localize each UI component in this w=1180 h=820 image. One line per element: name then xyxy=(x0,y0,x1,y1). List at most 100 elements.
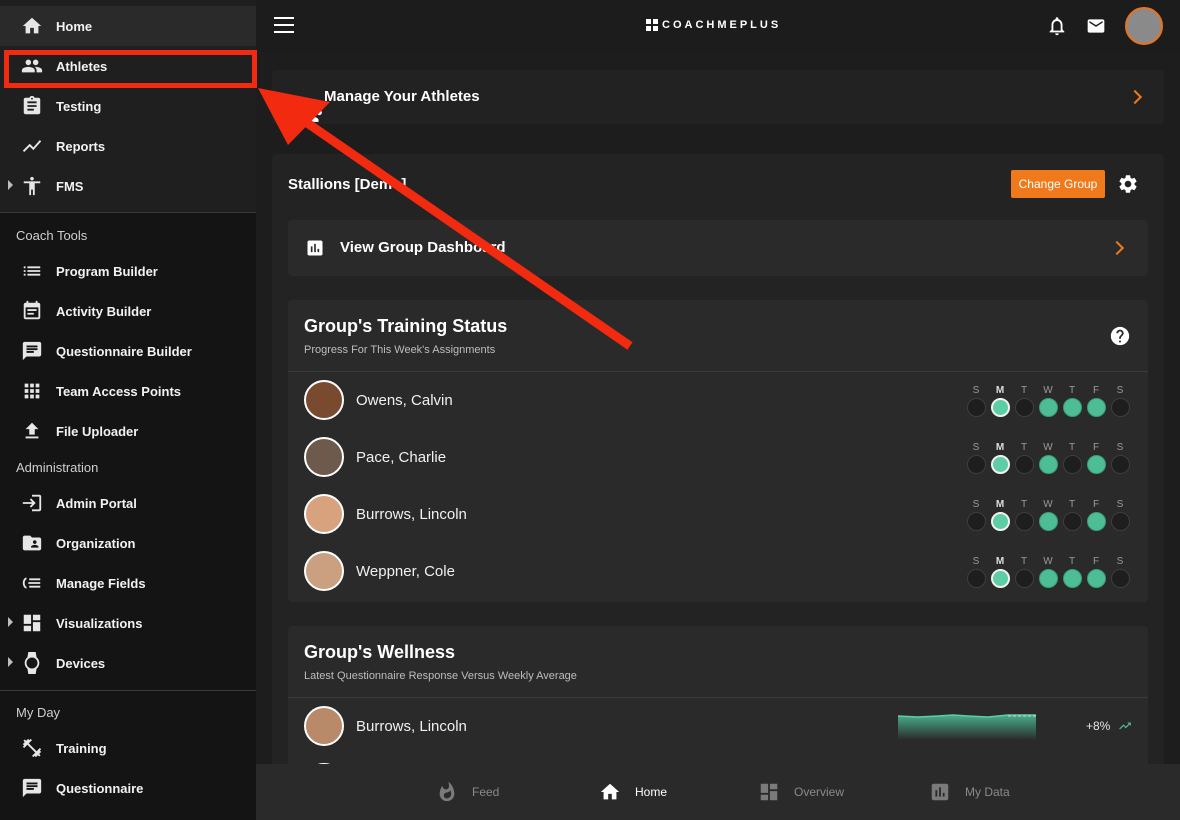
sidebar-item-admin-portal[interactable]: Admin Portal xyxy=(0,483,256,523)
mail-icon[interactable] xyxy=(1085,16,1107,36)
change-group-button[interactable]: Change Group xyxy=(1011,170,1105,198)
sidebar-item-label: Questionnaire Builder xyxy=(56,343,192,359)
chat-icon xyxy=(20,339,44,363)
day-status-dot[interactable] xyxy=(1038,512,1058,531)
wellness-row[interactable]: Burrows, Lincoln +8% xyxy=(288,698,1148,755)
sidebar: Home Athletes Testing Reports FMS Coach … xyxy=(0,0,256,820)
sidebar-item-label: Training xyxy=(56,740,107,756)
day-status-dot[interactable] xyxy=(1086,569,1106,588)
sidebar-item-devices[interactable]: Devices xyxy=(0,643,256,683)
day-label: T xyxy=(1020,556,1028,567)
day-status-dot[interactable] xyxy=(966,398,986,417)
sidebar-item-activity-builder[interactable]: Activity Builder xyxy=(0,291,256,331)
sidebar-item-training[interactable]: Training xyxy=(0,728,256,768)
day-status-dot[interactable] xyxy=(1062,455,1082,474)
athlete-avatar xyxy=(304,494,344,534)
user-avatar[interactable] xyxy=(1125,7,1163,45)
view-group-dashboard-link[interactable]: View Group Dashboard xyxy=(288,220,1148,276)
wellness-row[interactable] xyxy=(288,755,1148,764)
day-status-dot[interactable] xyxy=(966,512,986,531)
sidebar-item-file-uploader[interactable]: File Uploader xyxy=(0,411,256,451)
day-label: F xyxy=(1092,385,1100,396)
day-status-dot[interactable] xyxy=(1086,512,1106,531)
expand-caret-icon[interactable] xyxy=(8,657,13,667)
expand-caret-icon[interactable] xyxy=(8,180,13,190)
day-column: S xyxy=(964,555,988,588)
day-label: T xyxy=(1020,499,1028,510)
bottom-nav-my-data[interactable]: My Data xyxy=(929,764,1010,820)
day-status-dot[interactable] xyxy=(1062,398,1082,417)
day-status-dot[interactable] xyxy=(1014,455,1034,474)
day-status-dot[interactable] xyxy=(966,455,986,474)
day-status-dot[interactable] xyxy=(1110,398,1130,417)
help-icon[interactable] xyxy=(1109,325,1131,347)
sidebar-item-questionnaire[interactable]: Questionnaire xyxy=(0,768,256,808)
day-label: T xyxy=(1068,385,1076,396)
day-status-dot[interactable] xyxy=(990,398,1010,417)
sidebar-item-organization[interactable]: Organization xyxy=(0,523,256,563)
gear-icon[interactable] xyxy=(1117,173,1139,195)
day-status-dot[interactable] xyxy=(1086,398,1106,417)
sidebar-item-team-access-points[interactable]: Team Access Points xyxy=(0,371,256,411)
day-status-dot[interactable] xyxy=(1086,455,1106,474)
day-label: M xyxy=(995,556,1005,567)
day-status-dot[interactable] xyxy=(1062,512,1082,531)
day-status-dot[interactable] xyxy=(1014,569,1034,588)
dumbbell-icon xyxy=(20,736,44,760)
day-status-dot[interactable] xyxy=(990,455,1010,474)
athlete-name: Burrows, Lincoln xyxy=(356,506,467,523)
expand-caret-icon[interactable] xyxy=(8,617,13,627)
day-status-dot[interactable] xyxy=(1014,398,1034,417)
wellness-sparkline xyxy=(898,714,1036,740)
day-status-dot[interactable] xyxy=(1038,569,1058,588)
sidebar-item-home[interactable]: Home xyxy=(0,6,256,46)
sidebar-item-athletes[interactable]: Athletes xyxy=(0,46,256,86)
day-status-dot[interactable] xyxy=(1110,569,1130,588)
day-status-dot[interactable] xyxy=(990,512,1010,531)
bottom-nav-home[interactable]: Home xyxy=(599,764,667,820)
day-status-dot[interactable] xyxy=(1110,455,1130,474)
week-progress: SMTWTFS xyxy=(964,384,1132,417)
group-name: Stallions [Demo] xyxy=(288,176,407,193)
manage-athletes-link[interactable]: Manage Your Athletes xyxy=(272,70,1164,124)
athlete-name: Pace, Charlie xyxy=(356,449,447,466)
day-status-dot[interactable] xyxy=(966,569,986,588)
calendar-icon xyxy=(20,299,44,323)
sidebar-item-program-builder[interactable]: Program Builder xyxy=(0,251,256,291)
athlete-status-row[interactable]: Weppner, Cole S M T W T F S xyxy=(288,543,1148,600)
athlete-status-row[interactable]: Owens, Calvin S M T W T F S xyxy=(288,372,1148,429)
sidebar-item-manage-fields[interactable]: Manage Fields xyxy=(0,563,256,603)
group-panel: Stallions [Demo] Change Group View Group… xyxy=(272,154,1164,764)
section-title-coach-tools: Coach Tools xyxy=(16,228,88,243)
sidebar-item-label: Admin Portal xyxy=(56,495,137,511)
bell-icon[interactable] xyxy=(1046,15,1068,37)
trending-up-icon xyxy=(1119,722,1131,730)
brand-logo: COACHMEPLUS xyxy=(646,19,781,31)
training-status-subtitle: Progress For This Week's Assignments xyxy=(304,344,496,356)
list-icon xyxy=(20,259,44,283)
day-status-dot[interactable] xyxy=(1062,569,1082,588)
bottom-nav-overview[interactable]: Overview xyxy=(758,764,844,820)
day-status-dot[interactable] xyxy=(990,569,1010,588)
menu-icon[interactable] xyxy=(274,17,294,33)
sidebar-item-questionnaire-builder[interactable]: Questionnaire Builder xyxy=(0,331,256,371)
sidebar-item-label: File Uploader xyxy=(56,423,139,439)
wellness-card: Group's Wellness Latest Questionnaire Re… xyxy=(288,626,1148,764)
folder-user-icon xyxy=(20,531,44,555)
sidebar-item-testing[interactable]: Testing xyxy=(0,86,256,126)
day-status-dot[interactable] xyxy=(1038,455,1058,474)
day-status-dot[interactable] xyxy=(1014,512,1034,531)
bottom-nav-feed[interactable]: Feed xyxy=(436,764,499,820)
bar-chart-icon xyxy=(931,783,949,801)
athlete-status-row[interactable]: Pace, Charlie S M T W T F S xyxy=(288,429,1148,486)
bottom-nav: Feed Home Overview My Data xyxy=(256,764,1180,820)
bar-chart-icon xyxy=(307,240,323,256)
athlete-status-row[interactable]: Burrows, Lincoln S M T W T F S xyxy=(288,486,1148,543)
sidebar-item-visualizations[interactable]: Visualizations xyxy=(0,603,256,643)
section-title-administration: Administration xyxy=(16,460,99,475)
day-status-dot[interactable] xyxy=(1110,512,1130,531)
day-status-dot[interactable] xyxy=(1038,398,1058,417)
wellness-title: Group's Wellness xyxy=(304,642,455,662)
sidebar-item-reports[interactable]: Reports xyxy=(0,126,256,166)
sidebar-item-fms[interactable]: FMS xyxy=(0,166,256,206)
